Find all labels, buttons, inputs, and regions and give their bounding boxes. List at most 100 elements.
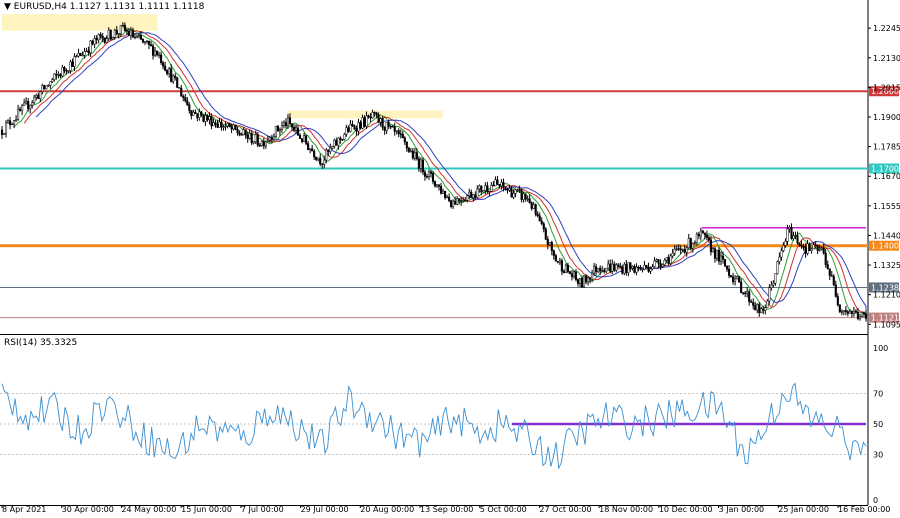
candle-body bbox=[655, 259, 658, 262]
candle-body bbox=[260, 141, 263, 146]
candle-body bbox=[121, 24, 124, 27]
candle-body bbox=[391, 126, 394, 128]
candle-body bbox=[268, 137, 271, 141]
chart-canvas: 1.20001.17001.14001.12381.1121 100 70 50 30… bbox=[0, 0, 900, 514]
candle-body bbox=[19, 108, 22, 111]
candle-body bbox=[764, 307, 767, 311]
candle-body bbox=[395, 130, 398, 132]
candle-body bbox=[99, 34, 102, 37]
candle-body bbox=[508, 188, 511, 191]
candle-body bbox=[357, 122, 360, 132]
candle-body bbox=[230, 126, 233, 130]
candle-body bbox=[585, 275, 588, 283]
ma-mid-line bbox=[23, 30, 867, 314]
price-levels: 1.20001.17001.14001.12381.1121 bbox=[0, 86, 899, 323]
candle-body bbox=[437, 184, 441, 187]
time-tick-label-15: 16 Feb 00:00 bbox=[838, 505, 890, 514]
candle-body bbox=[351, 124, 354, 126]
candle-body bbox=[609, 263, 612, 272]
level-tag-text-3: 1.1400 bbox=[871, 242, 899, 251]
candle-body bbox=[292, 126, 296, 131]
candle-body bbox=[224, 125, 227, 128]
candle-body bbox=[264, 141, 267, 147]
candle-body bbox=[750, 301, 753, 303]
candle-body bbox=[107, 29, 110, 39]
candle-body bbox=[133, 36, 136, 39]
candle-body bbox=[216, 123, 219, 128]
candle-body bbox=[79, 52, 82, 56]
candle-body bbox=[387, 122, 390, 127]
candle-body bbox=[143, 41, 147, 43]
candle-body bbox=[154, 50, 157, 56]
candle-body bbox=[178, 87, 181, 89]
time-tick-label-5: 7 Jul 00:00 bbox=[241, 505, 284, 514]
candle-body bbox=[109, 29, 112, 40]
candle-body bbox=[730, 275, 733, 277]
price-tick-label-10: 1.1210 bbox=[873, 291, 900, 300]
candle-body bbox=[429, 171, 433, 174]
candle-body bbox=[137, 35, 141, 37]
candle-body bbox=[232, 124, 235, 130]
candle-body bbox=[439, 186, 443, 194]
candle-body bbox=[294, 127, 298, 131]
candle-body bbox=[317, 157, 320, 160]
candle-body bbox=[601, 270, 604, 272]
candle-body bbox=[15, 119, 18, 121]
candle-body bbox=[627, 262, 630, 274]
candle-body bbox=[462, 200, 465, 202]
candle-body bbox=[723, 259, 727, 267]
candle-body bbox=[717, 249, 721, 262]
dropdown-triangle-icon[interactable]: ▼ bbox=[4, 2, 11, 12]
candle-body bbox=[135, 35, 138, 38]
candle-body bbox=[164, 65, 167, 71]
candle-body bbox=[103, 37, 106, 43]
candle-body bbox=[73, 56, 76, 67]
candle-body bbox=[629, 262, 632, 269]
candle-body bbox=[258, 144, 261, 147]
candle-body bbox=[421, 159, 424, 173]
candle-body bbox=[516, 189, 519, 191]
candle-body bbox=[377, 114, 380, 123]
candle-body bbox=[415, 152, 418, 160]
candle-body bbox=[11, 123, 14, 126]
candle-body bbox=[864, 313, 868, 319]
candle-body bbox=[526, 198, 529, 200]
candle-body bbox=[403, 137, 406, 143]
candle-body bbox=[842, 310, 845, 312]
candle-body bbox=[329, 147, 332, 152]
candle-body bbox=[234, 124, 237, 130]
candle-body bbox=[119, 25, 122, 34]
candle-body bbox=[39, 91, 42, 99]
candle-body bbox=[460, 200, 463, 202]
candle-body bbox=[242, 129, 245, 136]
candle-body bbox=[665, 257, 668, 261]
candle-body bbox=[220, 121, 223, 128]
candle-body bbox=[738, 276, 741, 283]
candle-body bbox=[580, 278, 584, 288]
candle-body bbox=[659, 263, 662, 267]
candle-body bbox=[2, 133, 6, 135]
candle-body bbox=[250, 133, 253, 144]
candle-body bbox=[782, 245, 785, 251]
candle-body bbox=[9, 120, 12, 125]
candle-body bbox=[450, 200, 453, 207]
candle-body bbox=[814, 244, 817, 246]
candle-body bbox=[820, 247, 823, 250]
candle-body bbox=[4, 122, 8, 134]
candle-body bbox=[186, 100, 189, 105]
candle-body bbox=[442, 190, 445, 194]
candle-body bbox=[587, 277, 590, 283]
candle-body bbox=[284, 122, 288, 127]
candle-body bbox=[816, 245, 819, 251]
candle-body bbox=[685, 247, 688, 253]
candle-body bbox=[297, 127, 300, 136]
candle-body bbox=[542, 223, 545, 230]
candle-body bbox=[37, 94, 40, 99]
candle-body bbox=[274, 125, 277, 137]
candle-body bbox=[558, 260, 561, 263]
price-tick-label-6: 1.1670 bbox=[873, 172, 900, 181]
candle-body bbox=[236, 129, 239, 134]
candle-body bbox=[192, 111, 195, 116]
chart-header: ▼ EURUSD,H4 1.1127 1.1131 1.1111 1.1118 bbox=[4, 2, 204, 12]
candle-body bbox=[156, 50, 159, 56]
